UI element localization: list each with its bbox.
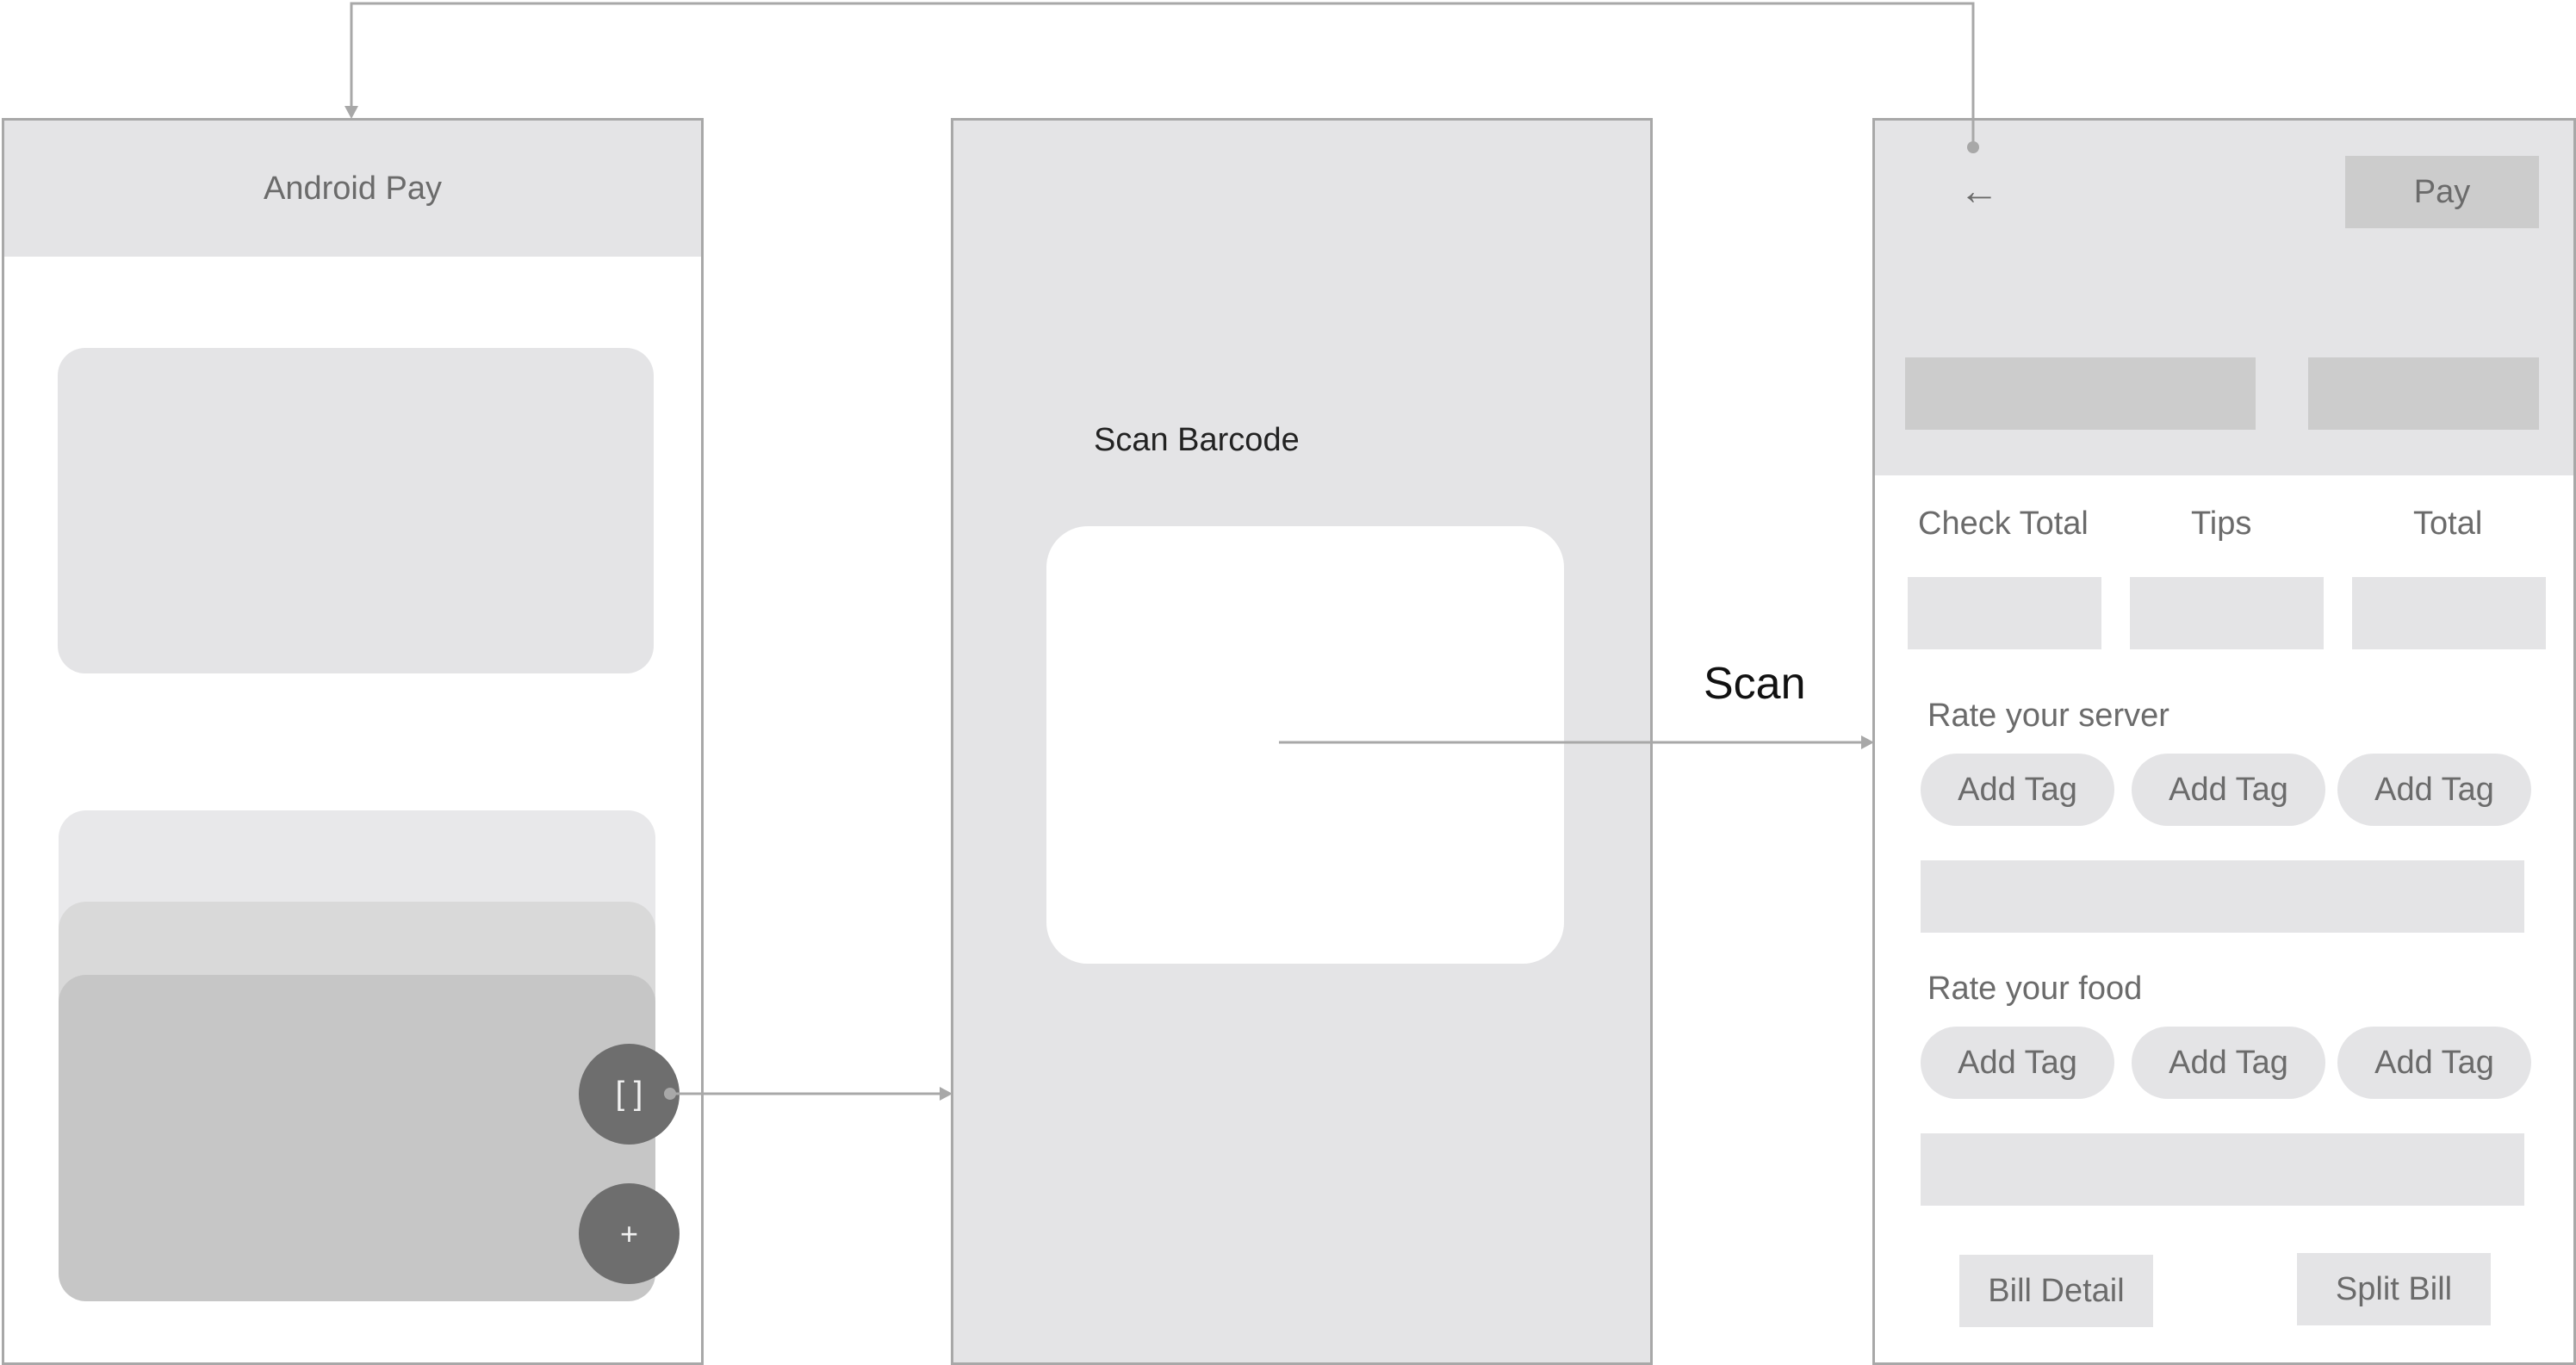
- connector-dot: [1967, 141, 1979, 153]
- flow-connectors: [345, 2, 1979, 1101]
- connector-dot: [664, 1088, 676, 1100]
- arrowhead-right: [1861, 735, 1874, 749]
- arrowhead-down: [345, 106, 358, 119]
- arrowhead-right: [940, 1087, 953, 1101]
- back-flow-line: [350, 2, 1975, 147]
